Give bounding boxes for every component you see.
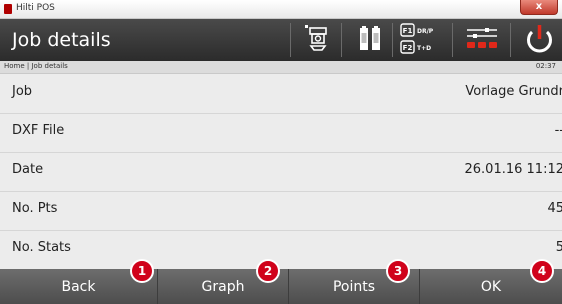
softkey-bar: Back Graph Points OK [0,269,562,304]
breadcrumb-path: Home | Job details [4,62,68,70]
breadcrumb: Home | Job details 02:37 [0,61,562,74]
window-close-button[interactable]: x [520,0,558,15]
total-station-icon[interactable] [297,19,339,61]
header-divider [290,23,291,57]
detail-label: Job [12,84,33,99]
svg-text:F2: F2 [403,44,413,52]
callout-badge: 3 [386,259,410,283]
settings-sliders-icon[interactable] [459,19,505,61]
callout-badge: 2 [256,259,280,283]
header-divider [510,23,511,57]
battery-icon [349,19,391,61]
header-divider [452,23,453,57]
power-icon[interactable] [517,19,562,61]
detail-value: 5 [555,240,562,255]
back-button-label: Back [61,279,96,295]
detail-value: Vorlage Grundr [465,84,562,99]
function-keys-icon[interactable]: F1 F2 DR/P T+D [398,19,448,61]
job-details-list: Job Vorlage Grundr DXF File -- Date 26.0… [0,74,562,270]
detail-value: -- [554,123,562,138]
detail-label: DXF File [12,123,65,138]
detail-value: 45 [547,201,562,216]
svg-text:DR/P: DR/P [417,28,434,35]
detail-row-no-stats: No. Stats 5 [0,230,562,270]
detail-label: No. Stats [12,240,71,255]
svg-text:F1: F1 [403,27,413,35]
svg-text:T+D: T+D [417,45,431,52]
callout-badge: 1 [130,259,154,283]
app-icon [4,4,12,14]
window-title: Hilti POS [16,3,55,13]
callout-badge: 4 [530,259,554,283]
detail-label: Date [12,162,44,177]
detail-label: No. Pts [12,201,58,216]
detail-row-date: Date 26.01.16 11:12 [0,152,562,192]
page-title: Job details [12,29,111,51]
header-divider [392,23,393,57]
detail-value: 26.01.16 11:12 [464,162,562,177]
clock: 02:37 [535,62,556,70]
detail-row-job: Job Vorlage Grundr [0,74,562,114]
window-titlebar: Hilti POS x [0,0,562,19]
header-divider [341,23,342,57]
detail-row-no-pts: No. Pts 45 [0,191,562,231]
detail-row-dxf-file: DXF File -- [0,113,562,153]
